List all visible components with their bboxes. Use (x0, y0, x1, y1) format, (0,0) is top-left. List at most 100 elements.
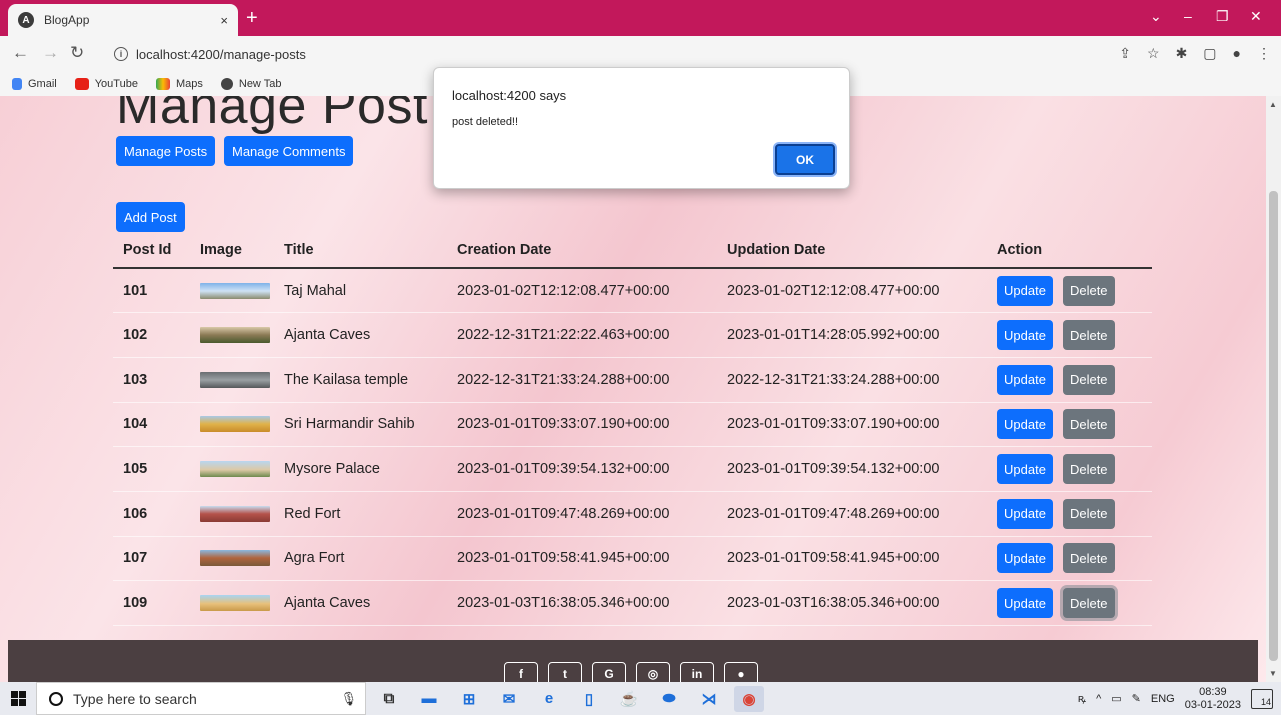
mail-icon[interactable]: ✉ (494, 686, 524, 712)
delete-button[interactable]: Delete (1062, 275, 1115, 306)
bookmark-new-tab[interactable]: New Tab (220, 78, 281, 90)
post-title: Mysore Palace (274, 446, 447, 492)
instagram-icon[interactable]: ◎ (636, 662, 670, 682)
back-arrow-icon[interactable]: ← (12, 43, 29, 63)
restore-icon[interactable]: ❐ (1216, 8, 1229, 25)
profile-avatar[interactable]: ● (1233, 45, 1241, 62)
twitter-icon[interactable]: t (548, 662, 582, 682)
tab-close-icon[interactable]: × (220, 13, 228, 28)
update-button[interactable]: Update (997, 588, 1053, 619)
bookmark-maps[interactable]: Maps (155, 78, 203, 90)
side-panel-icon[interactable]: ▢ (1203, 45, 1216, 62)
delete-button[interactable]: Delete (1062, 364, 1115, 395)
post-thumbnail (200, 550, 270, 567)
update-button[interactable]: Update (997, 320, 1053, 351)
delete-button[interactable]: Delete (1062, 543, 1115, 574)
update-button[interactable]: Update (997, 409, 1053, 440)
browser-tab[interactable]: A BlogApp × (8, 4, 238, 36)
page-scrollbar[interactable]: ▲ ▼ (1266, 96, 1281, 682)
battery-icon[interactable]: ▭ (1111, 692, 1121, 705)
vscode-icon[interactable]: ⋊ (694, 686, 724, 712)
people-icon[interactable]: ꝶ (1078, 691, 1086, 706)
language-indicator[interactable]: ENG (1151, 693, 1175, 705)
file-explorer-icon[interactable]: ▬ (414, 686, 444, 712)
new-tab-button[interactable]: + (246, 8, 258, 28)
table-row: 106 Red Fort 2023-01-01T09:47:48.269+00:… (113, 491, 1152, 537)
dialog-ok-button[interactable]: OK (775, 144, 835, 175)
table-row: 103 The Kailasa temple 2022-12-31T21:33:… (113, 357, 1152, 403)
table-row: 105 Mysore Palace 2023-01-01T09:39:54.13… (113, 446, 1152, 492)
post-title: The Kailasa temple (274, 357, 447, 403)
posts-table: Post Id Image Title Creation Date Updati… (113, 232, 1152, 626)
post-title: Taj Mahal (274, 268, 447, 314)
chrome-icon[interactable]: ◉ (734, 685, 764, 712)
image-cell (190, 402, 274, 448)
extensions-puzzle-icon[interactable]: ✱ (1176, 45, 1188, 62)
microphone-icon[interactable]: 🎙 (340, 691, 357, 707)
windows-logo-icon (10, 691, 26, 706)
database-icon[interactable]: ⬬ (654, 686, 684, 712)
delete-button[interactable]: Delete (1062, 588, 1115, 619)
post-id: 106 (113, 491, 190, 537)
updation-date: 2022-12-31T21:33:24.288+00:00 (717, 357, 987, 403)
update-button[interactable]: Update (997, 498, 1053, 529)
reload-icon[interactable]: ↻ (70, 43, 84, 63)
post-id: 103 (113, 357, 190, 403)
post-title: Agra Fort (274, 536, 447, 582)
linkedin-icon[interactable]: in (680, 662, 714, 682)
image-cell (190, 268, 274, 314)
show-hidden-icons-icon[interactable]: ^ (1096, 693, 1101, 705)
bookmark-youtube[interactable]: YouTube (74, 78, 138, 90)
start-button[interactable] (0, 682, 36, 715)
delete-button[interactable]: Delete (1062, 409, 1115, 440)
store-icon[interactable]: ⊞ (454, 686, 484, 712)
manage-comments-button[interactable]: Manage Comments (224, 136, 354, 166)
tab-search-icon[interactable]: ⌄ (1150, 8, 1162, 25)
github-icon[interactable]: ● (724, 662, 758, 682)
alert-dialog: localhost:4200 says post deleted!! OK (433, 67, 850, 189)
bookmark-gmail[interactable]: Gmail (12, 78, 57, 90)
scroll-down-icon[interactable]: ▼ (1269, 669, 1277, 678)
updation-date: 2023-01-02T12:12:08.477+00:00 (717, 268, 987, 314)
creation-date: 2023-01-02T12:12:08.477+00:00 (447, 268, 717, 314)
post-title: Ajanta Caves (274, 580, 447, 626)
action-cell: Update Delete (987, 268, 1152, 314)
update-button[interactable]: Update (997, 364, 1053, 395)
manage-posts-button[interactable]: Manage Posts (116, 136, 216, 166)
updation-date: 2023-01-01T09:39:54.132+00:00 (717, 446, 987, 492)
scrollbar-thumb[interactable] (1269, 191, 1278, 661)
java-icon[interactable]: ☕ (614, 686, 644, 712)
bookmark-star-icon[interactable]: ☆ (1147, 45, 1160, 62)
update-button[interactable]: Update (997, 543, 1053, 574)
delete-button[interactable]: Delete (1062, 498, 1115, 529)
notification-center-icon[interactable]: 14 (1251, 688, 1273, 709)
update-button[interactable]: Update (997, 454, 1053, 485)
forward-arrow-icon[interactable]: → (42, 43, 59, 63)
delete-button[interactable]: Delete (1062, 454, 1115, 485)
site-info-icon[interactable]: i (114, 47, 128, 61)
task-view-icon[interactable]: ⧉ (374, 686, 404, 712)
image-cell (190, 357, 274, 403)
update-button[interactable]: Update (997, 275, 1053, 306)
browser-menu-icon[interactable]: ⋮ (1257, 45, 1271, 62)
minimize-icon[interactable]: – (1184, 8, 1192, 24)
share-icon[interactable]: ⇪ (1119, 45, 1131, 62)
notepad-icon[interactable]: ▯ (574, 686, 604, 712)
updation-date: 2023-01-01T14:28:05.992+00:00 (717, 312, 987, 358)
address-bar[interactable]: i localhost:4200/manage-posts (100, 40, 1140, 68)
google-social-icon[interactable]: G (592, 662, 626, 682)
maps-icon (155, 78, 170, 90)
creation-date: 2023-01-01T09:47:48.269+00:00 (447, 491, 717, 537)
add-post-button[interactable]: Add Post (116, 202, 185, 232)
pen-icon[interactable]: ✎ (1132, 692, 1141, 705)
updation-date: 2023-01-01T09:47:48.269+00:00 (717, 491, 987, 537)
taskbar-search-box[interactable]: Type here to search 🎙 (36, 682, 366, 715)
url-text: localhost:4200/manage-posts (136, 46, 306, 62)
facebook-icon[interactable]: f (504, 662, 538, 682)
clock[interactable]: 08:39 03-01-2023 (1185, 686, 1241, 712)
close-window-icon[interactable]: ✕ (1250, 8, 1262, 25)
delete-button[interactable]: Delete (1062, 320, 1115, 351)
toolbar-actions: ⇪ ☆ ✱ ▢ ● ⋮ (1119, 45, 1271, 62)
edge-icon[interactable]: e (534, 686, 564, 712)
scroll-up-icon[interactable]: ▲ (1269, 100, 1277, 109)
